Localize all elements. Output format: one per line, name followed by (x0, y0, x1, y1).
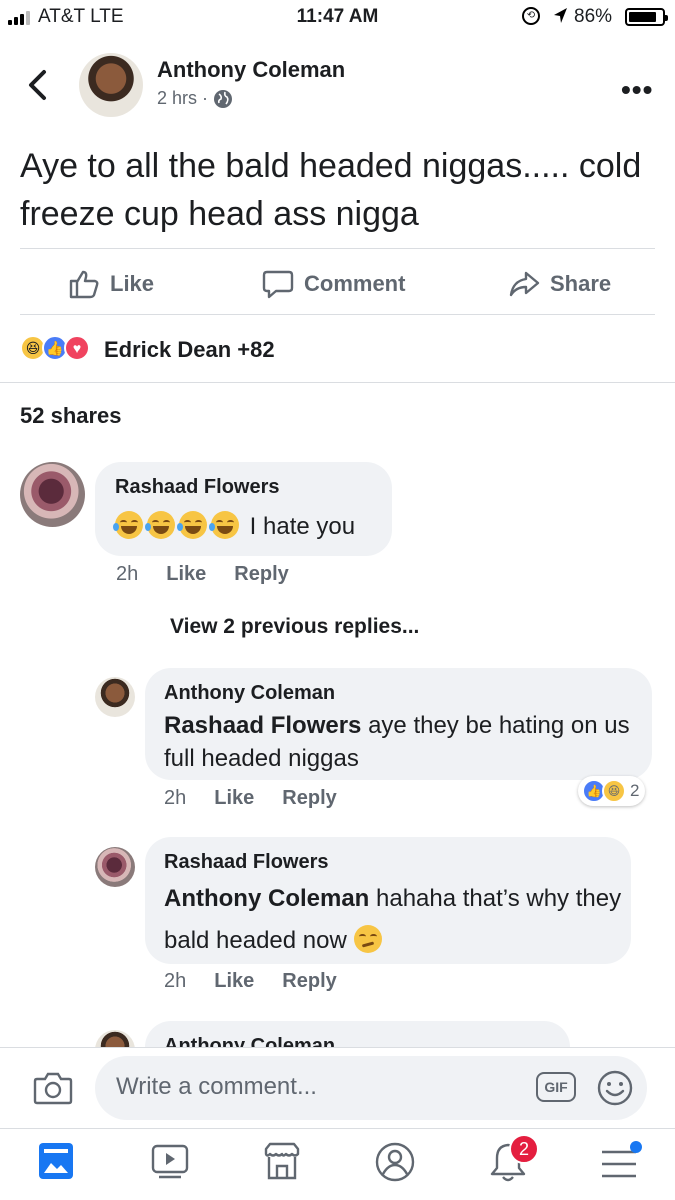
globe-icon (214, 89, 233, 108)
reaction-summary[interactable]: Edrick Dean +82 (104, 337, 275, 363)
reply-meta: 2h Like Reply (164, 970, 337, 993)
marketplace-icon[interactable] (262, 1141, 302, 1181)
comment-meta: 2h Like Reply (116, 563, 289, 586)
reply-time: 2h (164, 970, 187, 992)
comment-like-link[interactable]: Like (166, 563, 206, 586)
comment-label: Comment (304, 271, 406, 296)
reply-bubble: Rashaad Flowers Anthony Coleman hahaha t… (145, 837, 631, 964)
profile-icon[interactable] (374, 1141, 416, 1183)
reply-like-link[interactable]: Like (214, 787, 254, 810)
reply-avatar[interactable] (95, 677, 135, 717)
comment-bubble-icon (262, 270, 294, 299)
post-time[interactable]: 2 hrs (157, 88, 197, 109)
gif-button[interactable]: GIF (536, 1072, 576, 1102)
comment-input-placeholder: Write a comment... (116, 1073, 317, 1100)
reaction-icons[interactable]: 😆 👍 ♥ (20, 335, 90, 361)
comment-body: I hate you (249, 513, 356, 540)
reply-reply-link[interactable]: Reply (282, 787, 336, 810)
joy-icon (177, 511, 207, 539)
battery-percent: 86% (574, 6, 613, 27)
reply-time: 2h (164, 787, 187, 809)
comment-button[interactable]: Comment (262, 268, 405, 300)
divider (20, 314, 655, 315)
divider (20, 248, 655, 249)
author-avatar[interactable] (79, 53, 143, 117)
reply-bubble: Anthony Coleman Rashaad Flowers aye they… (145, 668, 652, 780)
reply-author[interactable]: Rashaad Flowers (164, 851, 329, 874)
post-text: Aye to all the bald headed niggas..... c… (20, 147, 642, 233)
like-label: Like (110, 271, 155, 296)
comment-text: I hate you (113, 510, 356, 543)
like-button[interactable]: Like (68, 268, 154, 300)
share-button[interactable]: Share (508, 268, 611, 300)
reply-text: Rashaad Flowers aye they be hating on us… (164, 709, 639, 775)
rotation-lock-icon: ⟲ (522, 7, 540, 25)
reply-like-link[interactable]: Like (214, 970, 254, 993)
love-icon: ♥ (64, 335, 90, 361)
battery-icon (625, 8, 668, 26)
reply-avatar[interactable] (95, 847, 135, 887)
status-bar: AT&T LTE 11:47 AM ⟲ 86% (0, 0, 675, 36)
post-meta: 2 hrs · (157, 88, 233, 109)
notification-badge: 2 (509, 1134, 539, 1164)
location-arrow-icon (554, 8, 567, 23)
menu-indicator-dot (630, 1141, 642, 1153)
watch-video-icon[interactable] (150, 1141, 190, 1181)
haha-icon: 😆 (602, 779, 626, 803)
joy-icon (113, 511, 143, 539)
post-author-name[interactable]: Anthony Coleman (157, 57, 345, 83)
camera-icon[interactable] (33, 1070, 73, 1106)
comment-bubble: Rashaad Flowers I hate you (95, 462, 392, 556)
back-arrow-icon[interactable] (24, 68, 50, 102)
comment-author[interactable]: Rashaad Flowers (115, 476, 280, 499)
view-previous-replies[interactable]: View 2 previous replies... (170, 615, 419, 639)
news-feed-icon[interactable] (37, 1141, 75, 1181)
joy-icon (145, 511, 175, 539)
divider (0, 382, 675, 383)
reply-author[interactable]: Anthony Coleman (164, 682, 335, 705)
reply-reaction-count[interactable]: 👍 😆 2 (578, 776, 646, 806)
menu-hamburger-icon[interactable] (600, 1148, 638, 1180)
commenter-avatar[interactable] (20, 462, 85, 527)
share-arrow-icon (509, 271, 540, 297)
comment-time: 2h (116, 563, 139, 585)
reply-text: Anthony Coleman hahaha that’s why they b… (164, 878, 624, 962)
share-count[interactable]: 52 shares (20, 403, 122, 429)
bottom-tab-bar (0, 1128, 675, 1200)
thumbs-up-icon (69, 270, 99, 299)
emoji-picker-icon[interactable] (596, 1069, 634, 1107)
joy-icon (209, 511, 239, 539)
reply-meta: 2h Like Reply (164, 787, 337, 810)
reply-mention[interactable]: Anthony Coleman (164, 885, 369, 912)
woozy-face-icon (353, 925, 382, 953)
share-label: Share (550, 271, 612, 296)
reply-mention[interactable]: Rashaad Flowers (164, 712, 361, 739)
meta-separator: · (202, 88, 209, 108)
more-options-icon[interactable]: ••• (621, 74, 653, 106)
reaction-count: 2 (630, 781, 640, 800)
comment-reply-link[interactable]: Reply (234, 563, 288, 586)
reply-reply-link[interactable]: Reply (282, 970, 336, 993)
